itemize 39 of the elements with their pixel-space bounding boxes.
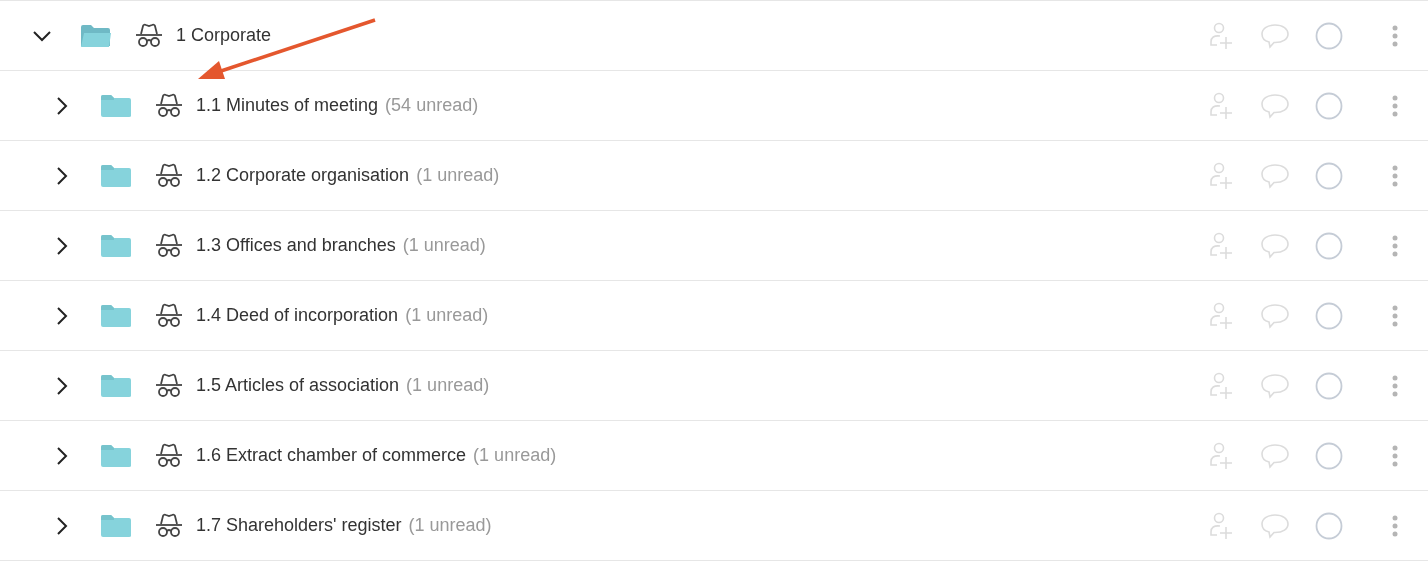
incognito-icon [134, 22, 164, 49]
unread-count: (1 unread) [405, 305, 489, 326]
unread-count: (1 unread) [406, 375, 490, 396]
folder-title[interactable]: 1.7 Shareholders' register [196, 515, 402, 536]
folder-title[interactable]: 1.2 Corporate organisation [196, 165, 410, 186]
status-circle-icon[interactable] [1314, 510, 1344, 541]
status-circle-icon[interactable] [1314, 230, 1344, 261]
folder-icon [81, 23, 111, 48]
incognito-icon [154, 162, 184, 189]
folder-icon [101, 163, 131, 188]
status-circle-icon[interactable] [1314, 90, 1344, 121]
incognito-icon [154, 232, 184, 259]
folder-icon [101, 513, 131, 538]
folder-icon [101, 373, 131, 398]
incognito-icon [154, 302, 184, 329]
folder-icon [101, 233, 131, 258]
folder-icon [101, 93, 131, 118]
unread-count: (1 unread) [473, 445, 557, 466]
folder-title[interactable]: 1.5 Articles of association [196, 375, 400, 396]
status-circle-icon[interactable] [1314, 370, 1344, 401]
status-circle-icon[interactable] [1314, 160, 1344, 191]
folder-title[interactable]: 1.4 Deed of incorporation [196, 305, 399, 326]
status-circle-icon[interactable] [1314, 440, 1344, 471]
unread-count: (1 unread) [402, 235, 486, 256]
unread-count: (54 unread) [385, 95, 479, 116]
folder-icon [101, 303, 131, 328]
incognito-icon [154, 442, 184, 469]
folder-icon [101, 443, 131, 468]
folder-title[interactable]: 1.6 Extract chamber of commerce [196, 445, 467, 466]
unread-count: (1 unread) [408, 515, 492, 536]
folder-title[interactable]: 1.3 Offices and branches [196, 235, 396, 256]
incognito-icon [154, 512, 184, 539]
incognito-icon [154, 92, 184, 119]
folder-title[interactable]: 1.1 Minutes of meeting [196, 95, 379, 116]
folder-title[interactable]: 1 Corporate [176, 25, 272, 46]
status-circle-icon[interactable] [1314, 300, 1344, 331]
status-circle-icon[interactable] [1314, 20, 1344, 51]
unread-count: (1 unread) [416, 165, 500, 186]
incognito-icon [154, 372, 184, 399]
